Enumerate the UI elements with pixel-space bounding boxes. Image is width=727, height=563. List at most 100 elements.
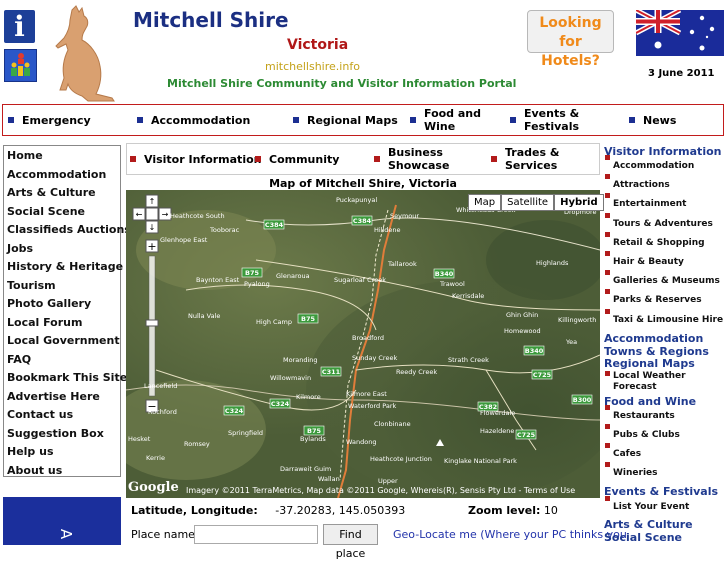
rc-list-label: Accommodation	[613, 161, 695, 171]
rc-social-heading[interactable]: Social Scene	[604, 531, 682, 544]
top-nav-events-festivals[interactable]: Events & Festivals	[510, 105, 590, 135]
rc-accommodation-heading[interactable]: Accommodation	[604, 332, 703, 345]
site-title[interactable]: Mitchell Shire	[133, 8, 289, 32]
rc-list-label: Attractions	[613, 180, 670, 191]
rc-list-label: Taxi & Limousine Hire	[613, 314, 724, 325]
top-nav-food-and-wine[interactable]: Food and Wine	[410, 105, 490, 135]
map-place-label: Wallan	[318, 475, 340, 483]
left-nav-item[interactable]: Tourism	[7, 279, 56, 292]
left-nav-item[interactable]: Classifieds Auctions	[7, 223, 131, 236]
site-url: mitchellshire.info	[265, 60, 360, 73]
top-nav-regional-maps[interactable]: Regional Maps	[293, 105, 398, 135]
section-nav-business-showcase[interactable]: Business Showcase	[374, 144, 454, 174]
left-nav-item[interactable]: Social Scene	[7, 205, 85, 218]
left-banner[interactable]: A	[3, 497, 121, 545]
top-nav-accommodation[interactable]: Accommodation	[137, 105, 250, 135]
map-place-label: Bylands	[300, 435, 326, 443]
rc-list-item[interactable]: Tours & Adventures	[605, 212, 713, 229]
map-place-label: Strath Creek	[448, 356, 489, 364]
rc-list-item[interactable]: Galleries & Museums	[605, 270, 720, 286]
left-nav-item[interactable]: Advertise Here	[7, 390, 100, 403]
left-nav-item[interactable]: Jobs	[7, 242, 33, 255]
map-place-label: Hilldene	[374, 226, 401, 234]
coords-readout: Latitude, Longitude: -37.20283, 145.0503…	[131, 504, 405, 517]
hotels-button[interactable]: Looking for Hotels?	[527, 10, 614, 69]
rc-visitor-info-heading[interactable]: Visitor Information	[604, 145, 721, 158]
bullet-icon	[491, 156, 497, 162]
section-nav-trades-services[interactable]: Trades & Services	[491, 144, 561, 174]
road-label: C324	[271, 400, 290, 408]
rc-list-item[interactable]: Parks & Reserves	[605, 289, 702, 305]
left-nav-item[interactable]: Local Forum	[7, 316, 82, 329]
bullet-icon	[605, 155, 610, 160]
left-nav-item[interactable]: Photo Gallery	[7, 297, 91, 310]
map-type-satellite[interactable]: Satellite	[501, 194, 555, 211]
rc-list-event-link[interactable]: List Your Event	[605, 496, 689, 512]
left-nav-item[interactable]: Suggestion Box	[7, 427, 104, 440]
map-place-label: Nulla Vale	[188, 312, 220, 320]
left-nav-item[interactable]: Home	[7, 149, 43, 162]
map-place-label: Heathcote South	[170, 212, 225, 220]
rc-list-item[interactable]: Hair & Beauty	[605, 251, 684, 267]
left-nav-item[interactable]: FAQ	[7, 353, 31, 366]
map-view[interactable]: ↑ ← → ↓ + − C384 C384 B75 B340 B75 C311 C324 C3…	[126, 190, 600, 498]
map-place-label: Seymour	[390, 212, 419, 220]
top-nav-emergency[interactable]: Emergency	[8, 105, 91, 135]
bullet-icon	[605, 251, 610, 256]
rc-weather-link[interactable]: Local Weather Forecast	[605, 371, 723, 393]
zoom-value: 10	[543, 504, 558, 517]
rc-list-item[interactable]: Wineries	[605, 462, 658, 478]
left-nav-item[interactable]: Help us	[7, 445, 54, 458]
map-place-label: Kerrisdale	[452, 292, 484, 300]
left-nav-item[interactable]: Bookmark This Site	[7, 371, 127, 384]
rc-maps-heading[interactable]: Regional Maps	[604, 357, 695, 370]
rc-list-item[interactable]: Entertainment	[605, 193, 687, 210]
rc-list-item[interactable]: Accommodation	[605, 155, 695, 171]
place-name-input[interactable]	[194, 525, 318, 544]
rc-list-item[interactable]: Cafes	[605, 443, 641, 459]
map-place-label: Lancefield	[144, 382, 177, 390]
top-nav-news[interactable]: News	[629, 105, 676, 135]
map-place-label: Wandong	[346, 438, 376, 446]
left-nav-item[interactable]: Contact us	[7, 408, 73, 421]
map-type-hybrid[interactable]: Hybrid	[554, 194, 604, 211]
section-nav-label: Visitor Information	[144, 152, 262, 166]
section-nav-community[interactable]: Community	[255, 144, 339, 174]
rc-events-heading[interactable]: Events & Festivals	[604, 485, 718, 498]
left-nav-item[interactable]: Arts & Culture	[7, 186, 96, 199]
find-place-button[interactable]: Find place	[323, 524, 378, 560]
rc-list-item[interactable]: Retail & Shopping	[605, 231, 705, 248]
left-nav-item[interactable]: About us	[7, 464, 62, 477]
rc-list-item[interactable]: Restaurants	[605, 405, 675, 421]
rc-list-item[interactable]: Pubs & Clubs	[605, 424, 680, 440]
section-nav-visitor-info[interactable]: Visitor Information	[130, 144, 261, 174]
map-place-label: Homewood	[504, 327, 541, 335]
kangaroo-logo	[55, 5, 115, 102]
map-place-label: Darraweit Guim	[280, 465, 331, 473]
map-attribution[interactable]: Imagery ©2011 TerraMetrics, Map data ©20…	[186, 486, 575, 495]
rc-list-label: Entertainment	[613, 199, 687, 210]
left-nav-item[interactable]: Local Government	[7, 334, 120, 347]
road-label: B340	[435, 270, 454, 278]
geo-locate-link[interactable]: Geo-Locate me (Where your PC thinks you	[393, 528, 627, 541]
top-nav-label: Food and Wine	[424, 107, 482, 133]
left-nav-item[interactable]: History & Heritage	[7, 260, 123, 273]
rc-list-item[interactable]: Attractions	[605, 174, 670, 191]
bullet-icon	[130, 156, 136, 162]
section-nav-label: Business Showcase	[388, 146, 450, 172]
zoom-label: Zoom level:	[468, 504, 541, 517]
rc-food-heading[interactable]: Food and Wine	[604, 395, 696, 408]
bullet-icon	[410, 117, 416, 123]
map-place-label: Romsey	[184, 440, 210, 448]
road-label: B75	[245, 269, 259, 277]
map-type-map[interactable]: Map	[468, 194, 502, 211]
left-nav-item[interactable]: Accommodation	[7, 168, 106, 181]
bullet-icon	[605, 174, 610, 180]
map-place-label: Yea	[565, 338, 577, 346]
rc-list-item[interactable]: Taxi & Limousine Hire	[605, 308, 724, 325]
bullet-icon	[293, 117, 299, 123]
satellite-map[interactable]: ↑ ← → ↓ + − C384 C384B75 B340B75C311C324C3…	[126, 190, 600, 498]
bullet-icon	[605, 212, 610, 218]
australia-flag-icon	[636, 10, 724, 56]
rc-arts-heading[interactable]: Arts & Culture	[604, 518, 693, 531]
